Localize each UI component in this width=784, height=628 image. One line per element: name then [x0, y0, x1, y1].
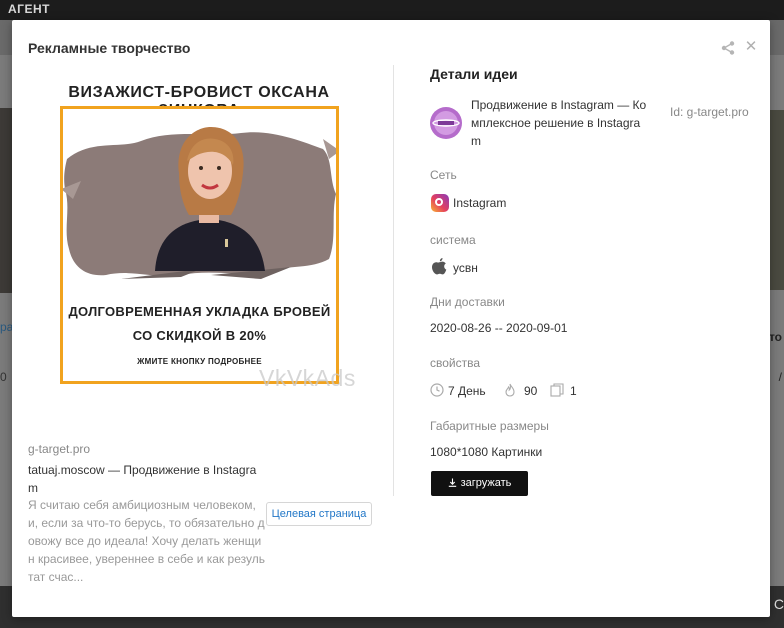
instagram-icon [431, 194, 449, 212]
days-value: 7 День [448, 384, 486, 398]
apple-icon [432, 258, 447, 275]
advertiser-name: Продвижение в Instagram — Комплексное ре… [471, 98, 647, 148]
creative-frame: ДОЛГОВРЕМЕННАЯ УКЛАДКА БРОВЕЙ СО СКИДКОЙ… [60, 106, 339, 384]
background-right-text: то [768, 330, 782, 344]
background-left-text: 0 [0, 370, 7, 384]
size-value: 1080*1080 Картинки [430, 445, 543, 459]
watermark: VkVkAds [259, 365, 356, 391]
download-button[interactable]: загружать [431, 471, 528, 496]
background-right-image [770, 110, 784, 290]
details-title: Детали идеи [430, 66, 518, 82]
topbar-label: АГЕНТ [8, 2, 50, 16]
copies-value: 1 [570, 384, 577, 398]
background-left-image [0, 108, 12, 293]
system-value: усвн [453, 261, 478, 275]
delivery-label: Дни доставки [430, 295, 505, 309]
download-label: загружать [460, 477, 512, 489]
delivery-value: 2020-08-26 -- 2020-09-01 [430, 321, 568, 335]
ad-description: Я считаю себя амбициозным человеком, и, … [28, 498, 265, 584]
offer-line-2: СО СКИДКОЙ В 20% [132, 328, 267, 343]
model-portrait [155, 127, 265, 271]
advertiser-avatar [430, 107, 462, 139]
close-icon[interactable]: ✕ [742, 38, 760, 56]
copies-icon [550, 383, 564, 397]
size-label: Габаритные размеры [430, 419, 549, 433]
ad-title: tatuaj.moscow — Продвижение в Instagram [28, 463, 257, 495]
background-right-text: / [778, 370, 782, 384]
landing-page-button[interactable]: Целевая страница [266, 502, 372, 526]
creative-offer: ДОЛГОВРЕМЕННАЯ УКЛАДКА БРОВЕЙ СО СКИДКОЙ… [63, 300, 336, 348]
system-label: система [430, 233, 476, 247]
creative-details-modal: Рекламные творчество ✕ ВИЗАЖИСТ-БРОВИСТ … [12, 20, 770, 617]
properties-label: свойства [430, 356, 481, 370]
download-icon [448, 478, 456, 487]
column-divider [393, 65, 394, 496]
offer-line-1: ДОЛГОВРЕМЕННАЯ УКЛАДКА БРОВЕЙ [68, 304, 331, 319]
share-icon[interactable] [720, 40, 736, 56]
network-label: Сеть [430, 168, 457, 182]
heat-value: 90 [524, 384, 538, 398]
footer-text: C [773, 596, 784, 612]
clock-icon [430, 383, 444, 397]
modal-title: Рекламные творчество [28, 40, 191, 56]
flame-icon [505, 383, 515, 397]
network-value: Instagram [453, 196, 507, 210]
advertiser-id: Id: g-target.pro [670, 105, 749, 119]
ad-domain: g-target.pro [28, 442, 91, 456]
background-topbar: АГЕНТ [0, 0, 784, 20]
creative-image: ВИЗАЖИСТ-БРОВИСТ ОКСАНА ЗИНКОВА ДОЛГОВРЕ… [44, 75, 359, 395]
